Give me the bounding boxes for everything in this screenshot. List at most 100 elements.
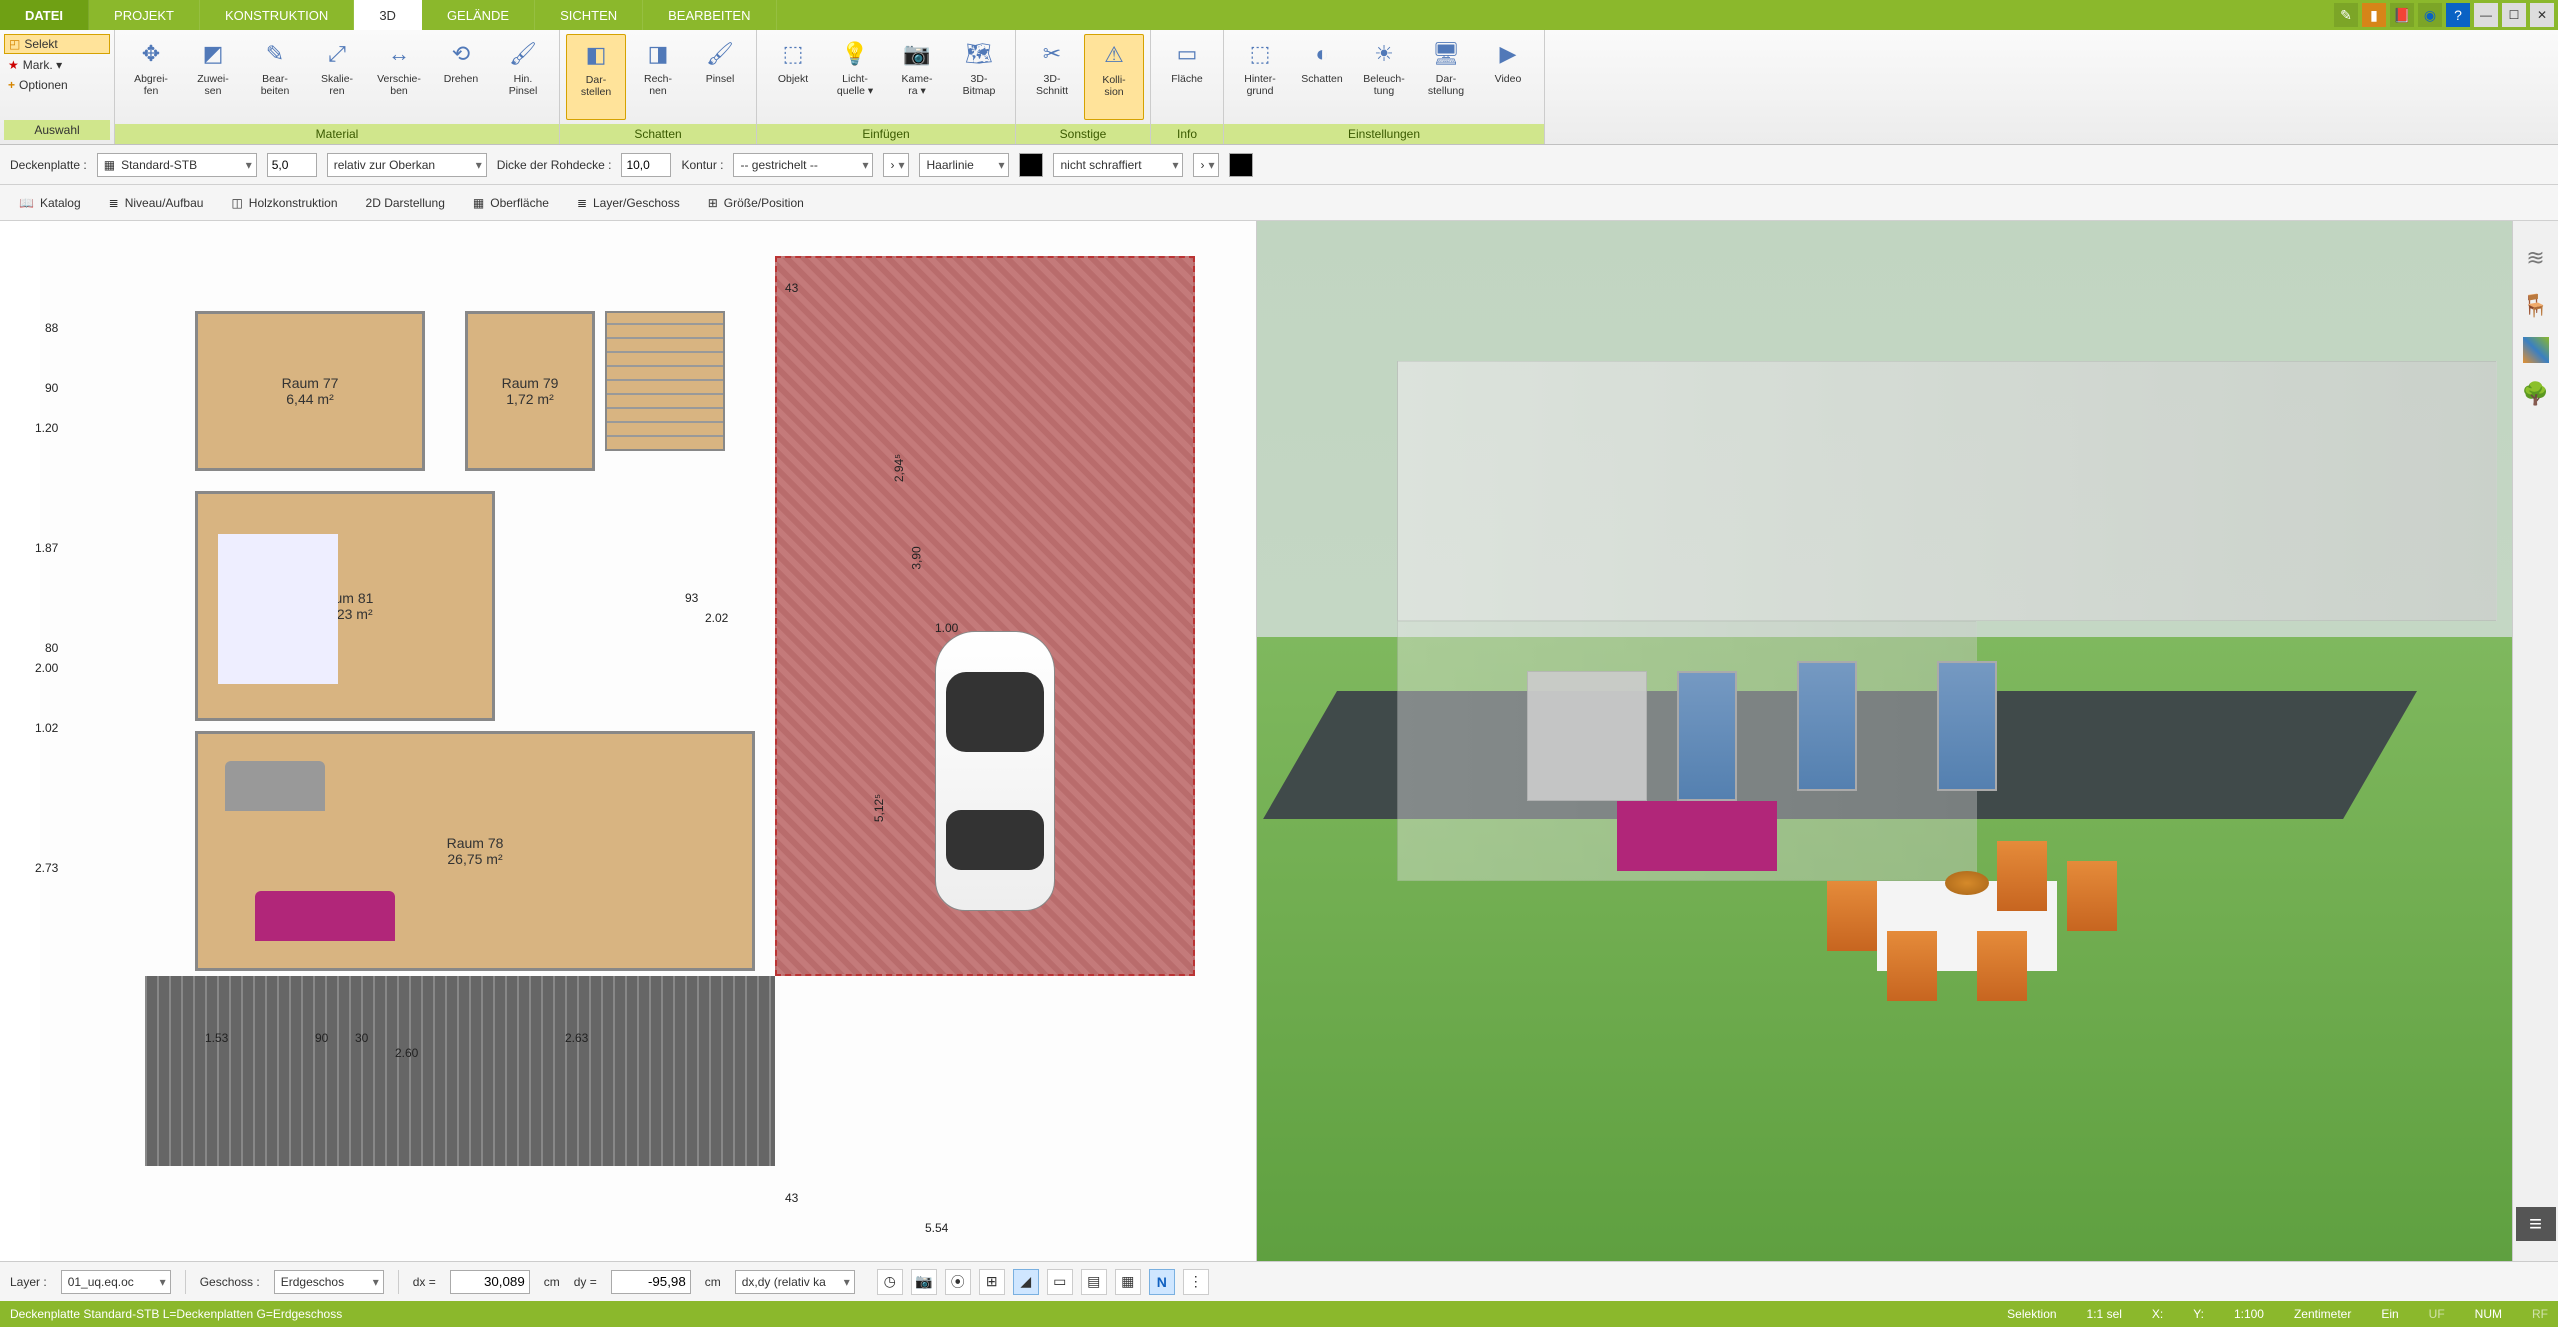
hatch-arrow-dropdown[interactable]: ›	[1193, 153, 1219, 177]
panel-label: Katalog	[40, 196, 81, 210]
ribbon-icon: ☀	[1368, 38, 1400, 70]
ribbon-btn-5-0[interactable]: ⬚Hinter-grund	[1230, 34, 1290, 120]
panel-btn-0[interactable]: 📖Katalog	[10, 191, 90, 215]
ribbon-btn-2-3[interactable]: 🗺3D-Bitmap	[949, 34, 1009, 120]
ribbon-group-einfügen: ⬚Objekt💡Licht-quelle ▾📷Kame-ra ▾🗺3D-Bitm…	[757, 30, 1016, 144]
ribbon-btn-2-0[interactable]: ⬚Objekt	[763, 34, 823, 120]
ribbon-btn-0-3[interactable]: ⤢Skalie-ren	[307, 34, 367, 120]
window-close-button[interactable]: ✕	[2530, 3, 2554, 27]
menu-tab-sichten[interactable]: SICHTEN	[535, 0, 643, 30]
ribbon-btn-1-1[interactable]: ◨Rech-nen	[628, 34, 688, 120]
room-79[interactable]: Raum 791,72 m²	[465, 311, 595, 471]
room-77[interactable]: Raum 776,44 m²	[195, 311, 425, 471]
hatch-dropdown[interactable]: nicht schraffiert	[1053, 153, 1183, 177]
line-weight-dropdown[interactable]: Haarlinie	[919, 153, 1009, 177]
snap-icon-3[interactable]: ▭	[1047, 1269, 1073, 1295]
layer-dropdown[interactable]: 01_uq.eq.oc	[61, 1270, 171, 1294]
camera-icon[interactable]: 📷	[911, 1269, 937, 1295]
panel-btn-3[interactable]: 2D Darstellung	[357, 191, 454, 215]
ribbon-btn-0-5[interactable]: ⟲Drehen	[431, 34, 491, 120]
geschoss-dropdown[interactable]: Erdgeschos	[274, 1270, 384, 1294]
panel-label: Größe/Position	[724, 196, 804, 210]
toolbar-book-icon[interactable]: 📕	[2390, 3, 2414, 27]
contour-style-dropdown[interactable]: -- gestrichelt --	[733, 153, 873, 177]
ribbon-btn-3-0[interactable]: ✂3D-Schnitt	[1022, 34, 1082, 120]
ribbon-btn-5-1[interactable]: ◐Schatten	[1292, 34, 1352, 120]
2d-view[interactable]: Raum 776,44 m² Raum 791,72 m² Raum 8110,…	[0, 221, 1257, 1261]
sofa-2d[interactable]	[255, 891, 395, 941]
layers-icon[interactable]: ≋	[2519, 241, 2553, 275]
north-icon[interactable]: N	[1149, 1269, 1175, 1295]
toolbar-pencil-icon[interactable]: ✎	[2334, 3, 2358, 27]
grid-icon[interactable]: ▦	[1115, 1269, 1141, 1295]
chair-3d-4	[1997, 841, 2047, 911]
bed-2d[interactable]	[218, 534, 338, 684]
dx-input[interactable]	[450, 1270, 530, 1294]
car-2d[interactable]	[935, 631, 1055, 911]
dy-input[interactable]	[611, 1270, 691, 1294]
offset-input[interactable]	[267, 153, 317, 177]
snap-icon-4[interactable]: ▤	[1081, 1269, 1107, 1295]
ribbon-btn-0-1[interactable]: ◩Zuwei-sen	[183, 34, 243, 120]
ribbon-btn-4-0[interactable]: ▭Fläche	[1157, 34, 1217, 120]
options-tool[interactable]: +Optionen	[4, 76, 110, 94]
menu-tab-3d[interactable]: 3D	[354, 0, 422, 30]
ribbon-btn-0-4[interactable]: ↔Verschie-ben	[369, 34, 429, 120]
history-icon[interactable]: ◷	[877, 1269, 903, 1295]
ribbon-btn-0-0[interactable]: ✥Abgrei-fen	[121, 34, 181, 120]
armchair-2d[interactable]	[225, 761, 325, 811]
toolbar-color-icon[interactable]: ▮	[2362, 3, 2386, 27]
contour-color-swatch[interactable]	[1019, 153, 1043, 177]
ribbon-btn-5-3[interactable]: 🖥Dar-stellung	[1416, 34, 1476, 120]
ribbon-btn-1-2[interactable]: 🖌Pinsel	[690, 34, 750, 120]
contour-arrow-dropdown[interactable]: ›	[883, 153, 909, 177]
furniture-icon[interactable]: 🪑	[2519, 289, 2553, 323]
ribbon-btn-5-4[interactable]: ▶Video	[1478, 34, 1538, 120]
panel-btn-5[interactable]: ≣Layer/Geschoss	[568, 191, 689, 215]
plants-icon[interactable]: 🌳	[2519, 377, 2553, 411]
materials-icon[interactable]	[2523, 337, 2549, 363]
snap-icon-2[interactable]: ◢	[1013, 1269, 1039, 1295]
thickness-input[interactable]	[621, 153, 671, 177]
window-maximize-button[interactable]: ☐	[2502, 3, 2526, 27]
ribbon-btn-5-2[interactable]: ☀Beleuch-tung	[1354, 34, 1414, 120]
menu-tab-datei[interactable]: DATEI	[0, 0, 89, 30]
window-minimize-button[interactable]: —	[2474, 3, 2498, 27]
expand-panel-icon[interactable]: ≡	[2516, 1207, 2556, 1241]
ribbon-btn-0-2[interactable]: ✎Bear-beiten	[245, 34, 305, 120]
ribbon-btn-label: Dar-stellen	[581, 75, 611, 98]
panel-btn-4[interactable]: ▦Oberfläche	[464, 191, 558, 215]
relative-dropdown[interactable]: relativ zur Oberkan	[327, 153, 487, 177]
ribbon-btn-0-6[interactable]: 🖌Hin.Pinsel	[493, 34, 553, 120]
material-dropdown[interactable]: ▦Standard-STB	[97, 153, 257, 177]
panel-btn-6[interactable]: ⊞Größe/Position	[699, 191, 813, 215]
coord-mode-dropdown[interactable]: dx,dy (relativ ka	[735, 1270, 855, 1294]
select-tool[interactable]: ◰Selekt	[4, 34, 110, 54]
panel-btn-2[interactable]: ◫Holzkonstruktion	[222, 191, 346, 215]
menu-tab-bearbeiten[interactable]: BEARBEITEN	[643, 0, 776, 30]
stairs-2d[interactable]	[605, 311, 725, 451]
ribbon-btn-3-1[interactable]: ⚠Kolli-sion	[1084, 34, 1144, 120]
panel-btn-1[interactable]: ≣Niveau/Aufbau	[100, 191, 213, 215]
menu-tab-gelaende[interactable]: GELÄNDE	[422, 0, 535, 30]
ribbon-icon: ⬚	[1244, 38, 1276, 70]
mark-tool[interactable]: ★Mark. ▾	[4, 56, 110, 74]
menu-tab-konstruktion[interactable]: KONSTRUKTION	[200, 0, 354, 30]
terrace-2d	[145, 976, 775, 1166]
snap-icon-1[interactable]: ⊞	[979, 1269, 1005, 1295]
ribbon-icon: ◐	[1306, 38, 1338, 70]
panel-icon: ◫	[231, 196, 242, 210]
hatch-color-swatch[interactable]	[1229, 153, 1253, 177]
toolbar-circle-icon[interactable]: ◉	[2418, 3, 2442, 27]
3d-view[interactable]	[1257, 221, 2513, 1261]
toolbar-help-icon[interactable]: ?	[2446, 3, 2470, 27]
ribbon-btn-2-1[interactable]: 💡Licht-quelle ▾	[825, 34, 885, 120]
dim-90b: 90	[315, 1031, 328, 1045]
more-icon[interactable]: ⋮	[1183, 1269, 1209, 1295]
ribbon-btn-2-2[interactable]: 📷Kame-ra ▾	[887, 34, 947, 120]
record-icon[interactable]: ⦿	[945, 1269, 971, 1295]
menu-tab-projekt[interactable]: PROJEKT	[89, 0, 200, 30]
dx-label: dx =	[413, 1275, 436, 1289]
ribbon-btn-1-0[interactable]: ◧Dar-stellen	[566, 34, 626, 120]
room-81[interactable]: Raum 8110,23 m²	[195, 491, 495, 721]
